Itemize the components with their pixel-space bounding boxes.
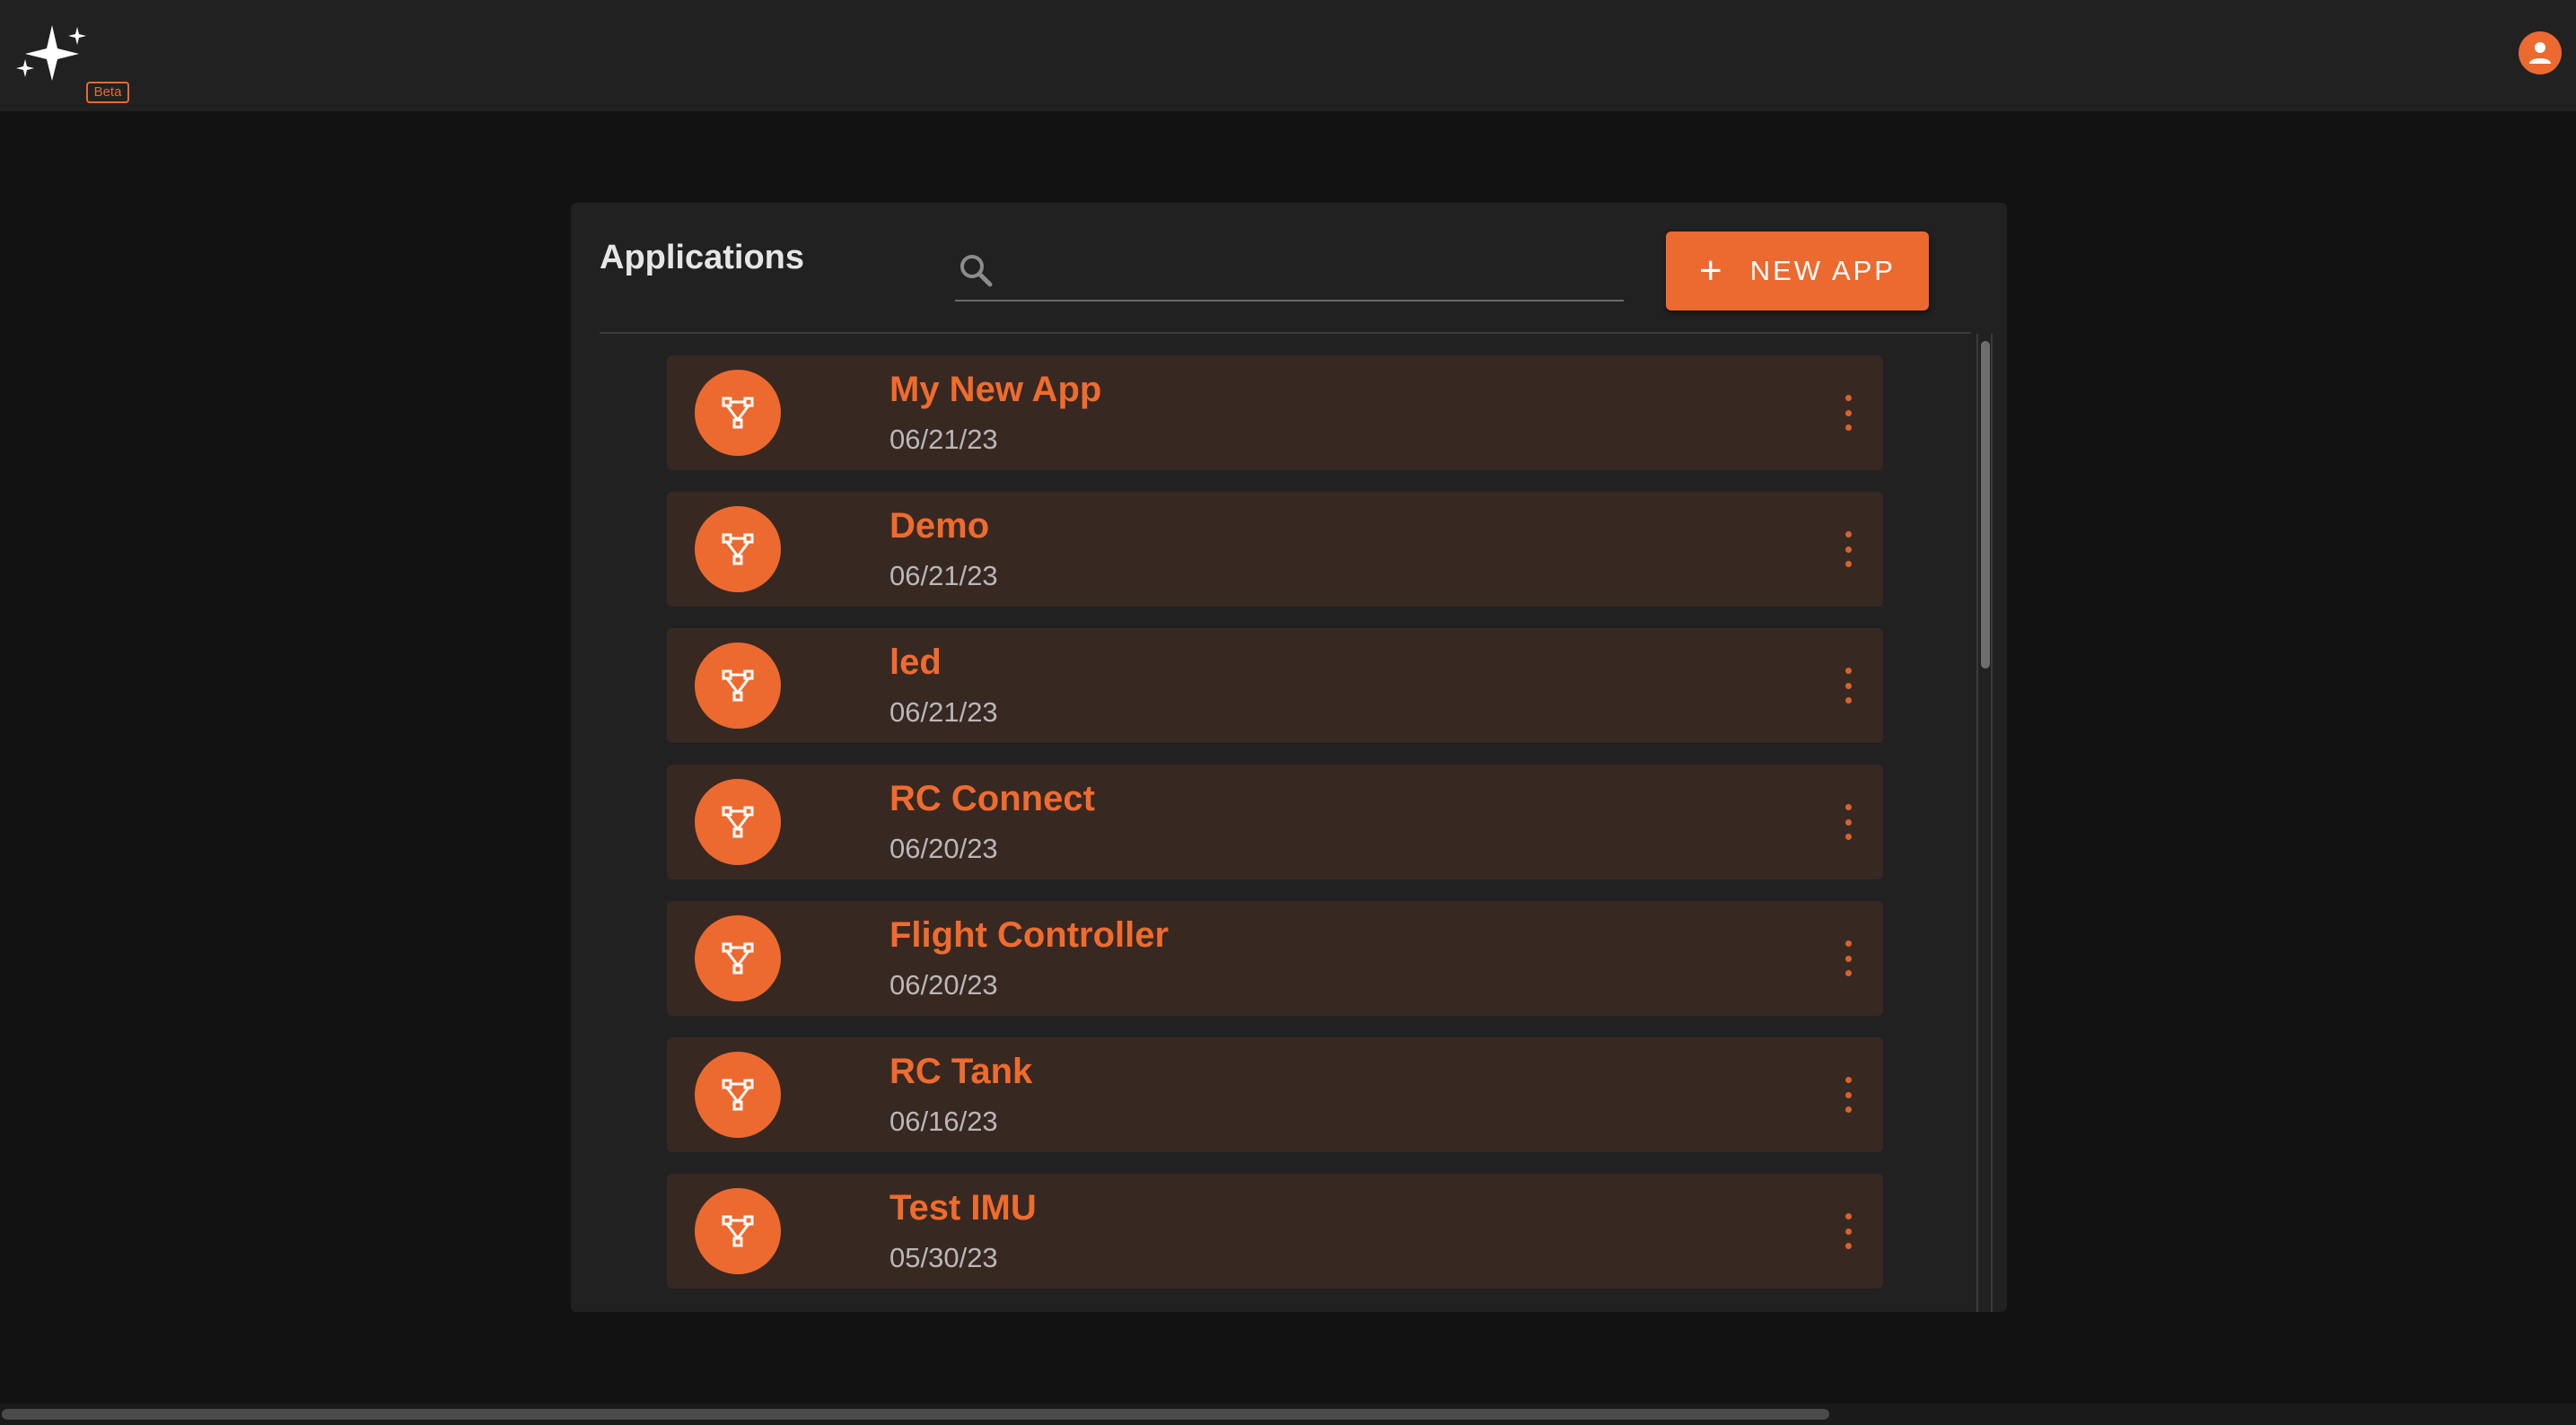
app-date: 06/20/23 xyxy=(889,969,998,1001)
page-horizontal-scrollbar[interactable] xyxy=(0,1403,2576,1425)
app-name: Test IMU xyxy=(889,1188,1037,1228)
top-app-bar: Beta xyxy=(0,0,2576,111)
app-date: 06/21/23 xyxy=(889,424,998,455)
search-field[interactable] xyxy=(955,242,1624,302)
app-name: Demo xyxy=(889,506,990,546)
search-input[interactable] xyxy=(1009,246,1614,296)
flow-graph-icon xyxy=(695,779,781,865)
account-circle-icon xyxy=(2529,42,2551,64)
more-vert-icon[interactable] xyxy=(1839,1077,1857,1113)
user-account-button[interactable] xyxy=(2519,31,2562,74)
panel-title: Applications xyxy=(600,239,805,276)
more-vert-icon[interactable] xyxy=(1839,395,1857,431)
flow-graph-icon xyxy=(695,1188,781,1274)
sparkles-icon xyxy=(16,25,86,81)
app-date: 06/21/23 xyxy=(889,696,998,728)
more-vert-icon[interactable] xyxy=(1839,804,1857,840)
more-vert-icon[interactable] xyxy=(1839,1213,1857,1249)
plus-icon: + xyxy=(1699,249,1725,293)
app-date: 06/16/23 xyxy=(889,1106,998,1137)
app-date: 06/20/23 xyxy=(889,833,998,864)
search-icon xyxy=(960,255,993,287)
app-name: RC Tank xyxy=(889,1052,1033,1091)
app-name: Flight Controller xyxy=(889,915,1170,955)
list-item[interactable]: My New App 06/21/23 xyxy=(667,355,1883,470)
new-app-button[interactable]: + NEW APP xyxy=(1666,232,1929,310)
app-date: 05/30/23 xyxy=(889,1242,998,1273)
page-horizontal-scrollbar-thumb[interactable] xyxy=(2,1409,1829,1420)
more-vert-icon[interactable] xyxy=(1839,668,1857,704)
app-date: 06/21/23 xyxy=(889,560,998,591)
flow-graph-icon xyxy=(695,915,781,1001)
flow-graph-icon xyxy=(695,643,781,729)
beta-badge: Beta xyxy=(86,82,129,103)
app-name: My New App xyxy=(889,370,1102,409)
flow-graph-icon xyxy=(695,506,781,592)
app-name: led xyxy=(889,643,942,682)
new-app-button-label: NEW APP xyxy=(1749,255,1896,286)
list-item[interactable]: Demo 06/21/23 xyxy=(667,492,1883,607)
list-item[interactable]: Flight Controller 06/20/23 xyxy=(667,901,1883,1016)
app-logo[interactable]: Beta xyxy=(14,22,129,103)
more-vert-icon[interactable] xyxy=(1839,940,1857,976)
more-vert-icon[interactable] xyxy=(1839,531,1857,567)
list-item[interactable]: RC Tank 06/16/23 xyxy=(667,1037,1883,1152)
list-item[interactable]: led 06/21/23 xyxy=(667,628,1883,743)
list-scrollbar[interactable] xyxy=(1976,334,1993,1312)
app-name: RC Connect xyxy=(889,779,1095,818)
list-item[interactable]: RC Connect 06/20/23 xyxy=(667,765,1883,879)
flow-graph-icon xyxy=(695,370,781,456)
list-scrollbar-thumb[interactable] xyxy=(1981,341,1990,669)
list-item[interactable]: Test IMU 05/30/23 xyxy=(667,1174,1883,1289)
applications-list: My New App 06/21/23 Demo 06/21/23 led 06… xyxy=(600,334,1966,1312)
flow-graph-icon xyxy=(695,1052,781,1138)
applications-panel: Applications + NEW APP My New App 06/21/… xyxy=(571,203,2007,1312)
